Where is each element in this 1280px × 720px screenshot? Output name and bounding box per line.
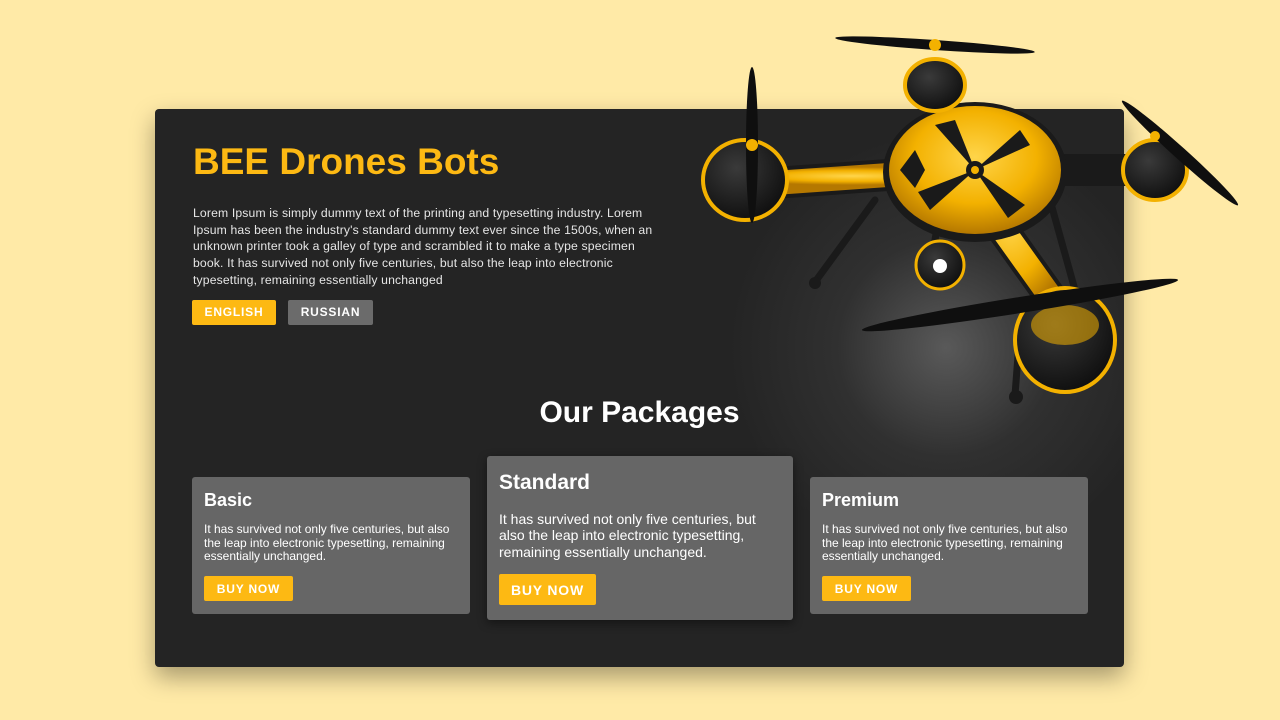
- package-description: It has survived not only five centuries,…: [499, 511, 756, 560]
- package-card-standard: Standard It has survived not only five c…: [487, 456, 793, 620]
- page-title: BEE Drones Bots: [193, 141, 500, 182]
- package-description: It has survived not only five centuries,…: [204, 522, 450, 564]
- drone-image: [701, 36, 1239, 404]
- package-card-basic: Basic It has survived not only five cent…: [192, 477, 470, 614]
- buy-now-button-basic[interactable]: BUY NOW: [204, 576, 293, 601]
- buy-now-button-premium[interactable]: BUY NOW: [822, 576, 911, 601]
- package-title: Basic: [204, 490, 253, 510]
- package-title: Premium: [822, 490, 900, 510]
- buy-now-button-standard[interactable]: BUY NOW: [499, 574, 596, 605]
- russian-button[interactable]: RUSSIAN: [288, 300, 373, 325]
- english-button[interactable]: ENGLISH: [192, 300, 276, 325]
- package-title: Standard: [499, 471, 591, 494]
- hero-description: Lorem Ipsum is simply dummy text of the …: [193, 206, 653, 287]
- package-description: It has survived not only five centuries,…: [822, 522, 1068, 564]
- package-card-premium: Premium It has survived not only five ce…: [810, 477, 1088, 614]
